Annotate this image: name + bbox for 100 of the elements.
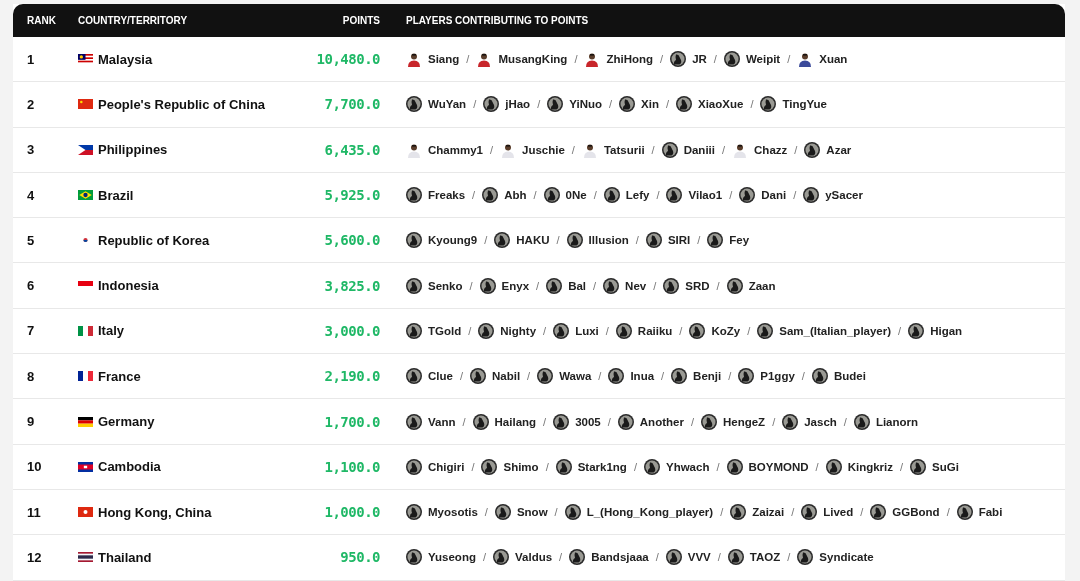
default-avatar-icon <box>603 277 620 294</box>
player-name: SIRI <box>667 234 691 247</box>
flag-icon <box>78 325 93 336</box>
player-name: Bandsjaaa <box>591 551 649 564</box>
flag-icon <box>78 552 93 563</box>
player-name: Yhwach <box>665 460 710 473</box>
separator-slash: / <box>747 324 751 337</box>
player-name: VVV <box>687 551 711 564</box>
player-name: Nev <box>625 279 647 292</box>
player-name: Abh <box>504 189 527 202</box>
default-avatar-icon <box>760 96 777 113</box>
default-avatar-icon <box>406 549 422 566</box>
default-avatar-icon <box>908 322 925 339</box>
player-name: Zaizai <box>752 506 785 519</box>
default-avatar-icon <box>494 232 511 249</box>
country-name: Indonesia <box>98 278 159 294</box>
player-name: SuGi <box>932 460 959 473</box>
player-name: KoZy <box>711 324 741 337</box>
player-name: Another <box>639 415 684 428</box>
player-name: Xuan <box>819 53 848 66</box>
rank-cell-text: 7 <box>26 323 35 339</box>
default-avatar-icon <box>406 413 422 430</box>
country-name: Thailand <box>98 549 152 565</box>
player-name: XiaoXue <box>698 98 744 111</box>
player-name: Hailang <box>494 415 537 428</box>
separator-slash: / <box>574 53 578 66</box>
separator-slash: / <box>787 53 791 66</box>
separator-slash: / <box>653 279 657 292</box>
separator-slash: / <box>793 189 797 202</box>
player-name: Inua <box>630 370 655 383</box>
points-cell: 3,000.0 <box>324 322 380 339</box>
separator-slash: / <box>690 415 694 428</box>
player-name: Freaks <box>428 189 466 202</box>
default-avatar-icon <box>406 322 422 339</box>
default-avatar-icon <box>478 322 495 339</box>
default-avatar-icon <box>730 504 747 521</box>
default-avatar-icon <box>472 413 489 430</box>
player-name: JR <box>692 53 707 66</box>
player-name: Luxi <box>575 324 599 337</box>
separator-slash: / <box>651 143 655 156</box>
default-avatar-icon <box>553 322 570 339</box>
points-cell: 950.0 <box>340 549 380 566</box>
points-cell: 5,600.0 <box>324 232 380 249</box>
separator-slash: / <box>593 279 597 292</box>
default-avatar-icon <box>726 277 743 294</box>
default-avatar-icon <box>727 549 744 566</box>
country-name: Brazil <box>98 187 134 203</box>
separator-slash: / <box>536 279 540 292</box>
player-name: Weipit <box>745 53 781 66</box>
default-avatar-icon <box>543 187 560 204</box>
separator-slash: / <box>527 370 531 383</box>
default-avatar-icon <box>825 458 842 475</box>
player-name: Stark1ng <box>577 460 627 473</box>
default-avatar-icon <box>481 458 498 475</box>
default-avatar-icon <box>569 549 586 566</box>
player-name: Chazz <box>754 143 788 156</box>
default-avatar-icon <box>670 51 687 68</box>
separator-slash: / <box>635 234 639 247</box>
separator-slash: / <box>466 53 470 66</box>
separator-slash: / <box>468 324 472 337</box>
separator-slash: / <box>559 551 563 564</box>
rank-cell-text: 9 <box>26 414 35 429</box>
player-name: TAOZ <box>749 551 781 564</box>
player-name: Syndicate <box>819 551 874 564</box>
player-name: HAKU <box>516 234 550 247</box>
separator-slash: / <box>716 460 720 473</box>
player-name: Zaan <box>748 279 776 292</box>
separator-slash: / <box>728 370 732 383</box>
player-name: Kingkriz <box>847 460 893 473</box>
points-cell: 2,190.0 <box>324 368 380 385</box>
separator-slash: / <box>473 98 477 111</box>
default-avatar-icon <box>479 277 496 294</box>
default-avatar-icon <box>663 277 680 294</box>
separator-slash: / <box>679 324 683 337</box>
player-name: Juschie <box>522 143 565 156</box>
player-name: ySacer <box>825 189 863 202</box>
player-name: HengeZ <box>722 415 766 428</box>
separator-slash: / <box>656 189 660 202</box>
rank-cell-text: 4 <box>26 187 35 203</box>
separator-slash: / <box>794 143 798 156</box>
rank-cell-text: 11 <box>26 504 41 520</box>
points-cell: 5,925.0 <box>324 187 380 204</box>
default-avatar-icon <box>483 96 500 113</box>
player-name: Senko <box>428 279 463 292</box>
default-avatar-icon <box>803 187 820 204</box>
separator-slash: / <box>750 98 754 111</box>
rank-cell-text: 10 <box>26 459 42 475</box>
default-avatar-icon <box>564 504 581 521</box>
separator-slash: / <box>554 506 558 519</box>
player-name: Azar <box>826 143 852 156</box>
default-avatar-icon <box>853 413 870 430</box>
player-name: Jasch <box>804 415 837 428</box>
country-name: People's Republic of China <box>98 96 266 112</box>
country-name: Germany <box>98 414 155 429</box>
separator-slash: / <box>605 324 609 337</box>
points-cell: 6,435.0 <box>324 141 380 158</box>
column-header: RANK <box>26 15 57 26</box>
player-name: Tatsurii <box>603 143 645 156</box>
default-avatar-icon <box>870 504 887 521</box>
separator-slash: / <box>484 506 488 519</box>
